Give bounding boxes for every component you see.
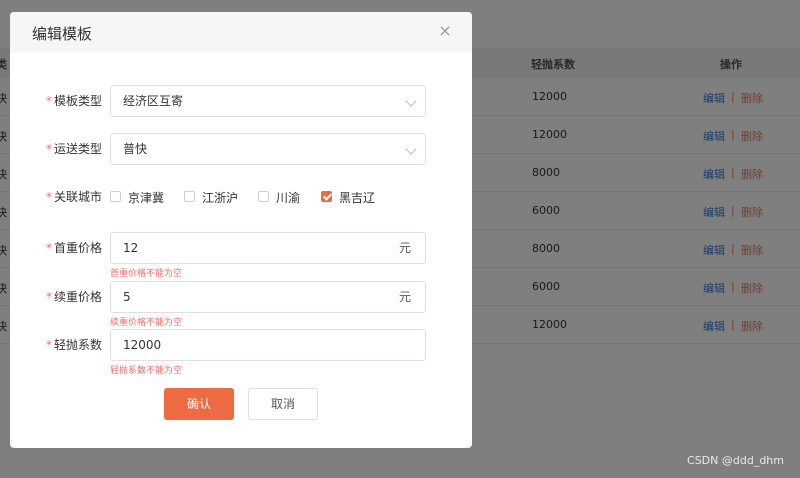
cont-price-input[interactable]: 5 元 [110, 281, 426, 313]
transport-type-label: * 运送类型 [45, 142, 102, 156]
light-ratio-input[interactable]: 12000 [110, 329, 426, 361]
checkbox-box[interactable] [184, 191, 195, 202]
template-type-select[interactable]: 经济区互寄 [110, 85, 426, 117]
checkbox-box[interactable] [110, 191, 121, 202]
cont-price-value: 5 [123, 290, 131, 304]
transport-type-value: 普快 [123, 142, 148, 156]
first-price-value: 12 [123, 241, 139, 255]
edit-template-dialog: 编辑模板 × * 模板类型 经济区互寄 * 运送类型 普快 * 关联城市 京津冀 江浙… [10, 12, 472, 448]
first-price-label: * 首重价格 [45, 241, 102, 255]
template-type-value: 经济区互寄 [123, 94, 184, 108]
dialog-header: 编辑模板 × [10, 12, 472, 53]
light-ratio-error: 轻抛系数不能为空 [110, 366, 183, 376]
light-ratio-label: * 轻抛系数 [45, 338, 102, 352]
checkbox-box-checked[interactable] [321, 191, 332, 202]
cont-price-unit: 元 [398, 290, 411, 304]
chevron-down-icon [405, 143, 417, 155]
dialog-title: 编辑模板 [32, 25, 93, 43]
cont-price-label: * 续重价格 [45, 290, 102, 304]
cancel-button[interactable]: 取消 [248, 388, 318, 420]
light-ratio-value: 12000 [123, 338, 162, 352]
checkbox-box[interactable] [258, 191, 269, 202]
first-price-error: 首重价格不能为空 [110, 269, 183, 279]
first-price-input[interactable]: 12 元 [110, 232, 426, 264]
confirm-button[interactable]: 确认 [164, 388, 234, 420]
close-icon[interactable]: × [438, 23, 452, 39]
cities-label: * 关联城市 [45, 190, 102, 204]
template-type-label: * 模板类型 [45, 94, 102, 108]
transport-type-select[interactable]: 普快 [110, 133, 426, 165]
first-price-unit: 元 [398, 241, 411, 255]
watermark: CSDN @ddd_dhm [687, 454, 784, 467]
chevron-down-icon [405, 95, 417, 107]
cont-price-error: 续重价格不能为空 [110, 318, 183, 328]
